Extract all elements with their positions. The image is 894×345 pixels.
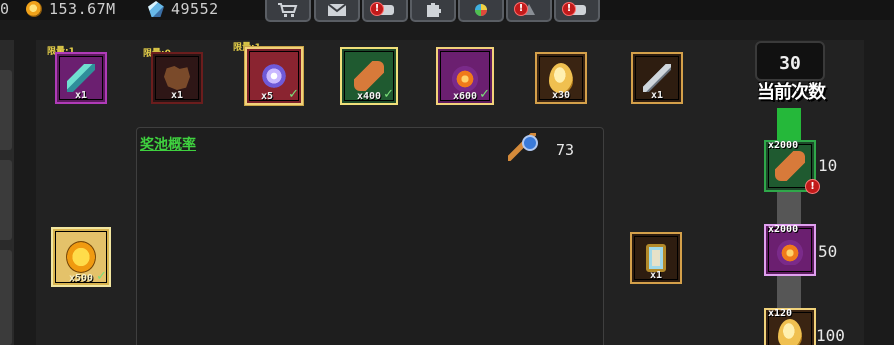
- mail-icon: [327, 3, 347, 16]
- milestone-threshold: 100: [816, 326, 845, 345]
- milestone-reward-count: x2000: [768, 224, 799, 235]
- tree-button[interactable]: !: [506, 0, 552, 22]
- cart-icon: [278, 3, 298, 17]
- reward-bone[interactable]: x400 ✓: [340, 47, 398, 105]
- draw-count-value: 30: [779, 53, 801, 74]
- reward-flame[interactable]: x600 ✓: [436, 47, 494, 105]
- reward-knife[interactable]: x1: [631, 52, 683, 104]
- gold-coin-icon: [66, 241, 96, 273]
- reward-coin[interactable]: x500 ✓: [51, 227, 111, 287]
- reward-count: x1: [170, 90, 184, 101]
- gem-counter: 49552: [148, 0, 219, 18]
- shop-button[interactable]: [265, 0, 311, 22]
- side-menu-tab[interactable]: [0, 250, 12, 345]
- alert-badge: !: [562, 2, 576, 16]
- bone-icon: [775, 151, 805, 181]
- knife-icon: [643, 64, 671, 92]
- milestone-reward-count: x120: [768, 308, 793, 319]
- bone-icon: [354, 61, 384, 91]
- reward-count: x30: [551, 90, 571, 101]
- reward-feather[interactable]: x1: [55, 52, 107, 104]
- milestone-threshold: 50: [818, 242, 838, 261]
- wand-count: 73: [556, 141, 575, 159]
- resource-partial: 0: [0, 0, 10, 18]
- milestone-reward-count: x2000: [768, 140, 799, 151]
- gold-value: 153.67M: [49, 0, 116, 18]
- reward-count: x1: [74, 90, 88, 101]
- mail-button[interactable]: [314, 0, 360, 22]
- left-side-menu: [0, 40, 14, 345]
- egg-icon: [549, 63, 573, 93]
- event-button[interactable]: !: [362, 0, 408, 22]
- puzzle-icon: [427, 3, 441, 17]
- alert-badge: !: [514, 2, 528, 16]
- resource-partial-value: 0: [0, 0, 10, 18]
- claimed-check-icon: ✓: [288, 87, 299, 102]
- leather-icon: [164, 66, 190, 90]
- claimed-check-icon: ✓: [479, 87, 490, 102]
- gold-coin-icon: [26, 1, 42, 17]
- draw-count-label: 当前次数: [757, 82, 826, 103]
- gold-counter: 153.67M: [26, 0, 116, 18]
- puzzle-button[interactable]: [410, 0, 456, 22]
- reward-star[interactable]: x5 ✓: [245, 47, 303, 105]
- draw-count-box: 30: [755, 41, 825, 81]
- alert-badge: !: [370, 2, 384, 16]
- reward-count: x1: [649, 270, 663, 281]
- milestone-reward-50[interactable]: x2000: [764, 224, 816, 276]
- reward-count: x1: [650, 90, 664, 101]
- gamepad-button[interactable]: !: [554, 0, 600, 22]
- claimed-check-icon: ✓: [383, 87, 394, 102]
- magic-wand-icon: [508, 133, 538, 161]
- reward-leather[interactable]: x1: [151, 52, 203, 104]
- side-menu-tab[interactable]: [0, 70, 12, 150]
- flame-orb-icon: [450, 61, 480, 91]
- feather-icon: [67, 64, 95, 92]
- reward-scroll[interactable]: x1: [630, 232, 682, 284]
- color-wheel-icon: [475, 4, 487, 16]
- milestone-reward-10[interactable]: x2000 !: [764, 140, 820, 194]
- pool-probability-link[interactable]: 奖池概率: [140, 134, 196, 154]
- reward-egg[interactable]: x30: [535, 52, 587, 104]
- wheel-button[interactable]: [458, 0, 504, 22]
- claimed-check-icon: ✓: [96, 269, 107, 284]
- milestone-reward-100[interactable]: x120: [764, 308, 816, 345]
- side-menu-tab[interactable]: [0, 160, 12, 240]
- alert-badge: !: [805, 179, 820, 194]
- top-resource-bar: 0 153.67M 49552 ! ! !: [0, 0, 894, 22]
- gem-value: 49552: [171, 0, 219, 18]
- egg-icon: [778, 319, 802, 345]
- scroll-icon: [646, 244, 666, 272]
- gem-icon: [148, 1, 164, 17]
- milestone-threshold: 10: [818, 156, 838, 175]
- star-crystal-icon: [259, 61, 289, 91]
- flame-orb-icon: [775, 235, 805, 265]
- milestone-progress-fill: [777, 108, 801, 140]
